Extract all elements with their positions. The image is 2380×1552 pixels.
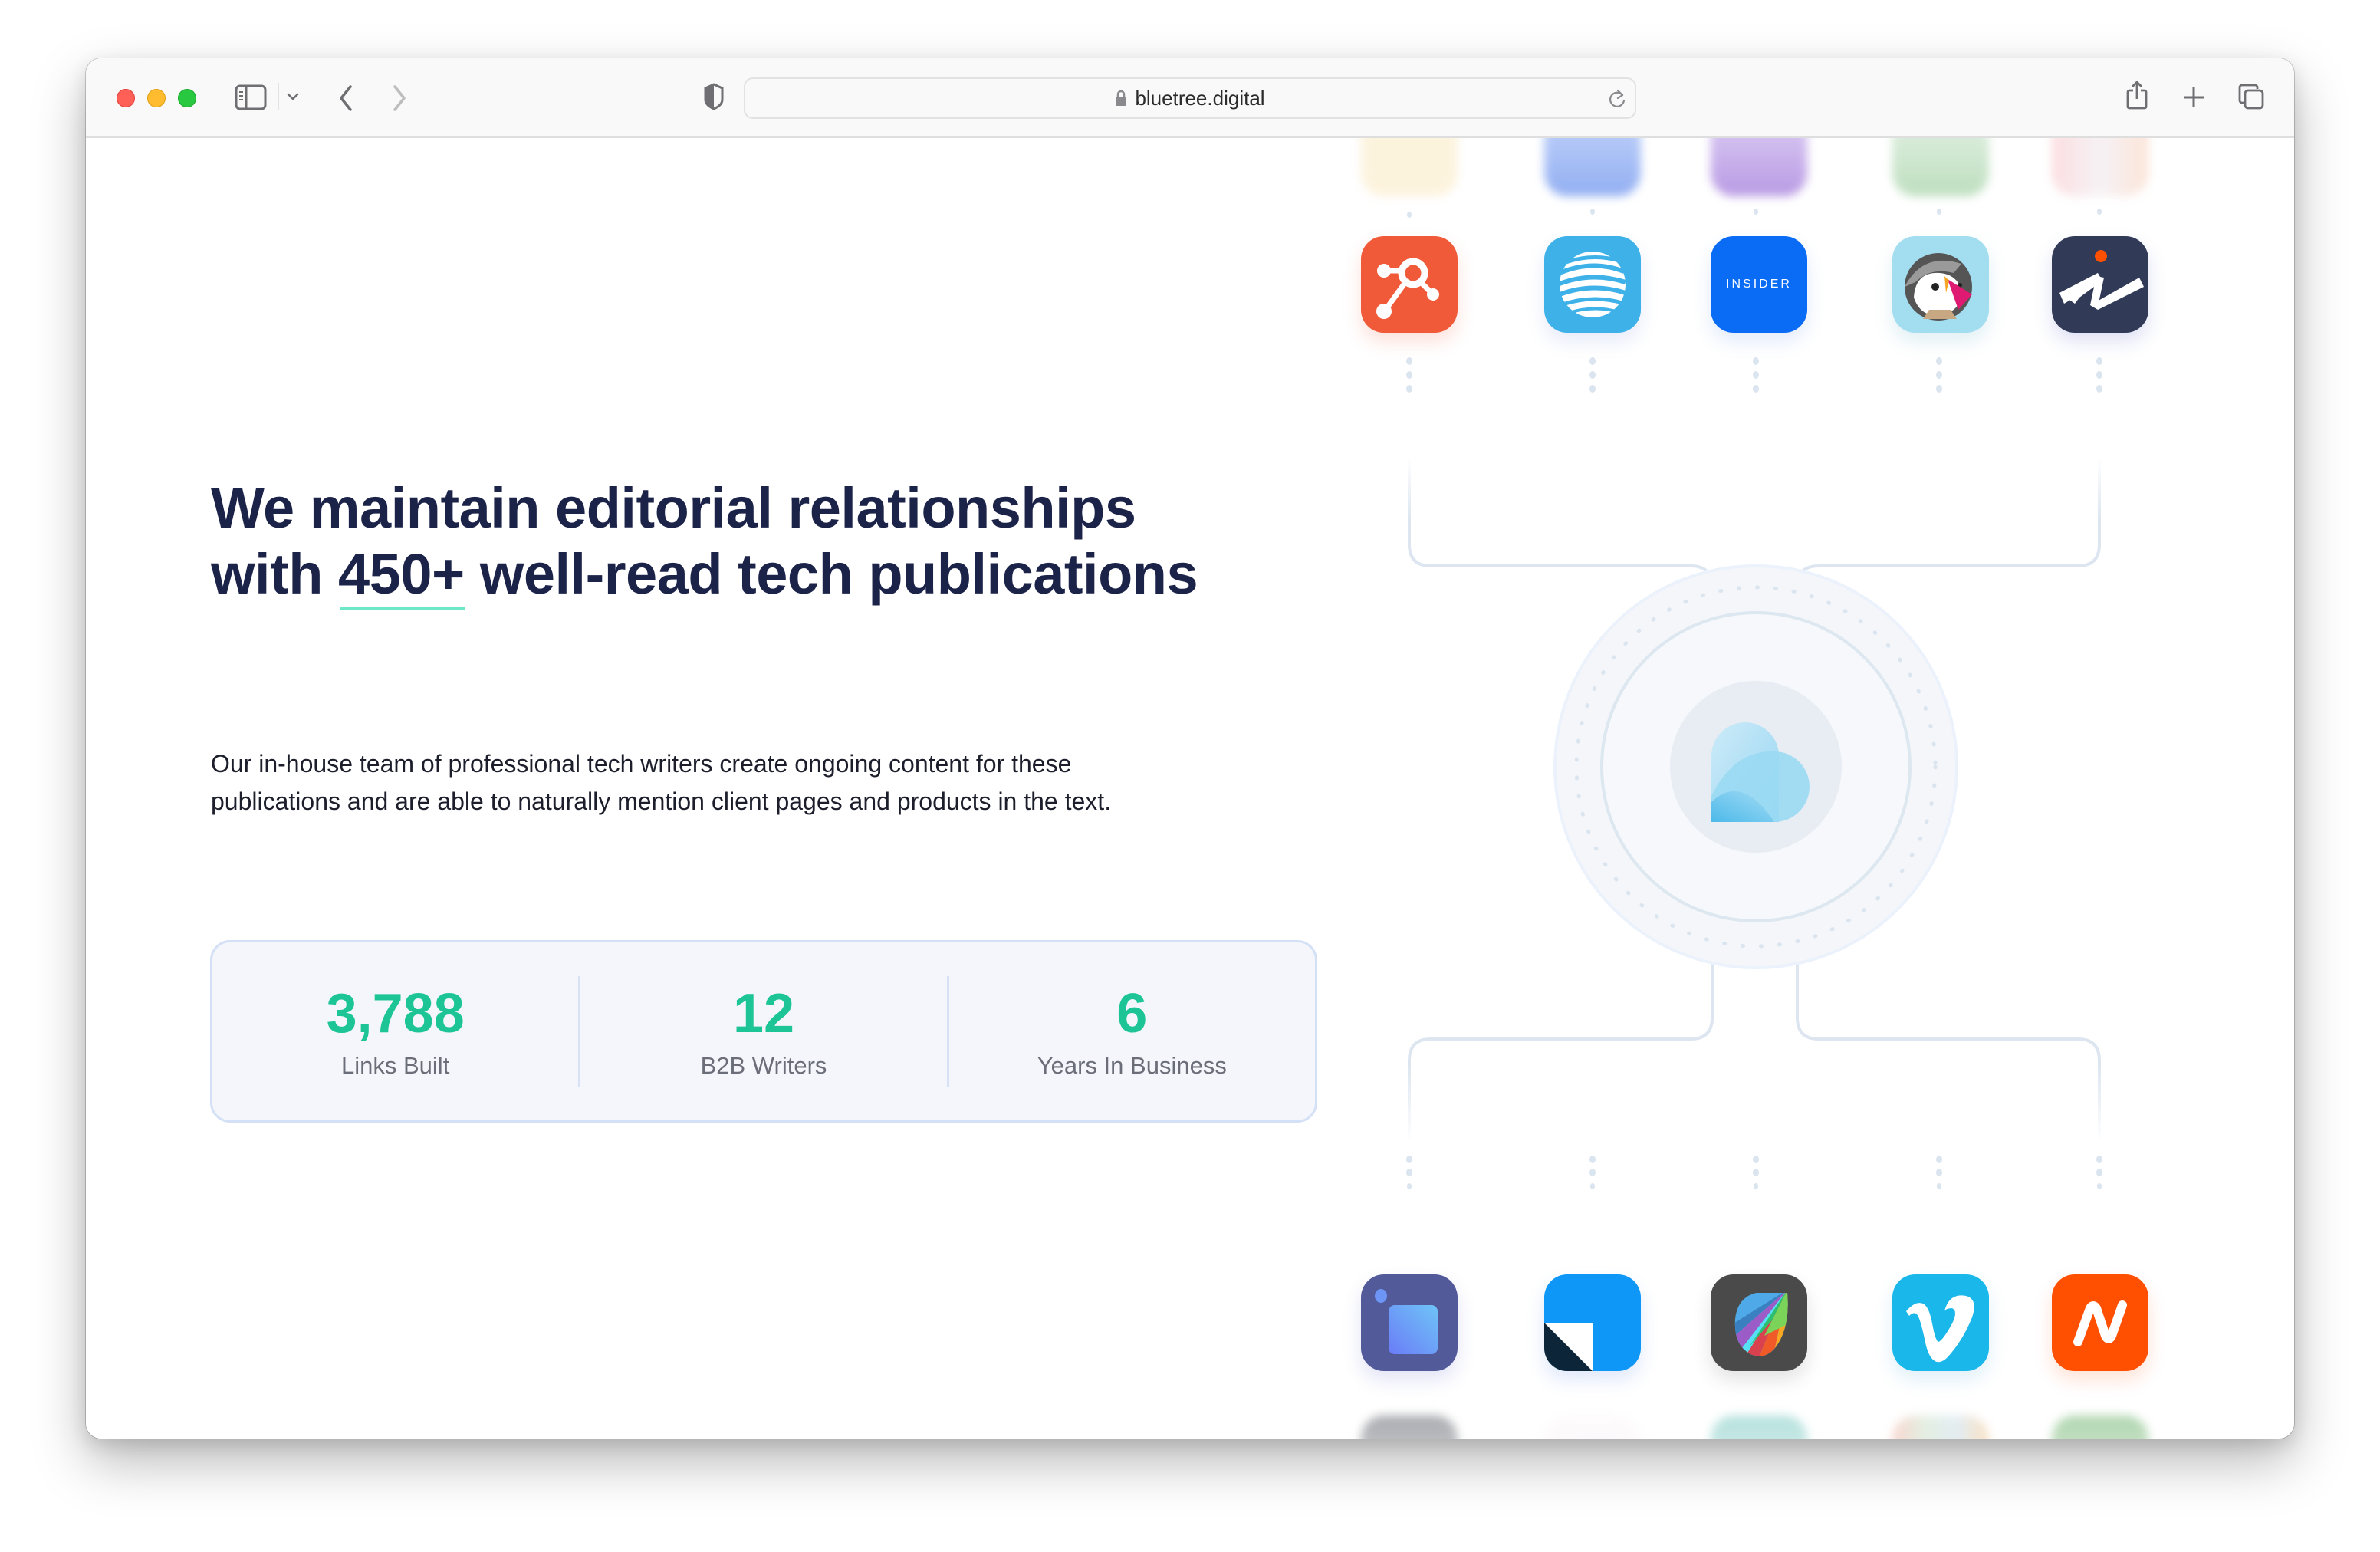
- chevron-left-icon[interactable]: [337, 84, 354, 112]
- paragraph-line-1: Our in-house team of professional tech w…: [211, 750, 1072, 778]
- reload-icon[interactable]: [1607, 88, 1627, 110]
- stat-value: 12: [732, 983, 795, 1044]
- url-text: bluetree.digital: [1135, 86, 1265, 110]
- heading-highlight: 450+: [338, 542, 465, 610]
- paragraph-line-2: publications and are able to naturally m…: [211, 788, 1112, 815]
- zoom-window-button[interactable]: [178, 89, 196, 107]
- faded-app-icon-blue: [1544, 138, 1641, 196]
- stat-years-in-business: 6 Years In Business: [949, 942, 1315, 1120]
- faded-app-icon-green: [2052, 1416, 2148, 1439]
- insider-icon[interactable]: INSIDER: [1711, 236, 1807, 333]
- prestashop-icon[interactable]: [1892, 236, 1989, 333]
- sidebar-toggle-icon[interactable]: [235, 84, 267, 110]
- faded-app-icon-purple: [1711, 138, 1807, 196]
- shield-icon[interactable]: [703, 83, 725, 110]
- browser-toolbar: bluetree.digital: [86, 58, 2294, 138]
- browser-window: bluetree.digital INSIDER We maintain edi…: [86, 58, 2294, 1439]
- stat-b2b-writers: 12 B2B Writers: [580, 942, 946, 1120]
- purple-square-app-icon[interactable]: [1361, 1274, 1458, 1371]
- heading-line-2-suffix: well-read tech publications: [464, 542, 1198, 606]
- bottom-connectors: [1408, 951, 2101, 1143]
- tabs-overview-icon[interactable]: [2237, 83, 2265, 110]
- heading-line-2-prefix: with: [211, 542, 339, 606]
- connector-line: [1408, 951, 1714, 1143]
- hub: [1553, 564, 1958, 969]
- stat-value: 6: [1116, 983, 1148, 1044]
- share-icon[interactable]: [2125, 80, 2148, 110]
- page-content: INSIDER We maintain editorial relationsh…: [86, 138, 2294, 1439]
- stat-value: 3,788: [326, 983, 465, 1044]
- faded-app-icon-white: [1544, 1416, 1641, 1439]
- plus-icon[interactable]: [2182, 86, 2205, 109]
- hubspot-icon[interactable]: [1361, 236, 1458, 333]
- stat-label: Links Built: [341, 1052, 450, 1079]
- address-bar[interactable]: bluetree.digital: [744, 77, 1636, 119]
- faded-app-icon-gray: [1361, 1416, 1458, 1439]
- blue-fold-app-icon[interactable]: [1544, 1274, 1641, 1371]
- minimize-window-button[interactable]: [147, 89, 166, 107]
- heading-line-1: We maintain editorial relationships: [211, 476, 1136, 540]
- stat-links-built: 3,788 Links Built: [212, 942, 578, 1120]
- lock-icon: [1116, 90, 1127, 106]
- toolbar-separator: [278, 83, 279, 110]
- stats-card: 3,788 Links Built 12 B2B Writers 6 Years…: [210, 940, 1317, 1123]
- faded-app-icon-cream: [1361, 138, 1458, 196]
- namecheap-icon[interactable]: [2052, 1274, 2148, 1371]
- chevron-right-icon[interactable]: [391, 84, 408, 112]
- faded-app-icon-multicolor: [1892, 1416, 1989, 1439]
- faded-app-icon-pink: [2052, 138, 2148, 196]
- intro-paragraph: Our in-house team of professional tech w…: [211, 745, 1284, 820]
- vimeo-icon[interactable]: [1892, 1274, 1989, 1371]
- faded-app-icon-teal: [1711, 1416, 1807, 1439]
- stat-label: B2B Writers: [700, 1052, 827, 1079]
- close-window-button[interactable]: [117, 89, 135, 107]
- zipline-icon[interactable]: [2052, 236, 2148, 333]
- att-icon[interactable]: [1544, 236, 1641, 333]
- connector-line: [1796, 951, 2101, 1143]
- stat-label: Years In Business: [1037, 1052, 1227, 1079]
- chevron-down-icon[interactable]: [287, 92, 299, 101]
- freshbooks-leaf-icon[interactable]: [1711, 1274, 1807, 1371]
- faded-app-icon-green: [1892, 138, 1989, 196]
- page-heading: We maintain editorial relationships with…: [211, 475, 1361, 610]
- insider-icon-text: INSIDER: [1726, 278, 1792, 291]
